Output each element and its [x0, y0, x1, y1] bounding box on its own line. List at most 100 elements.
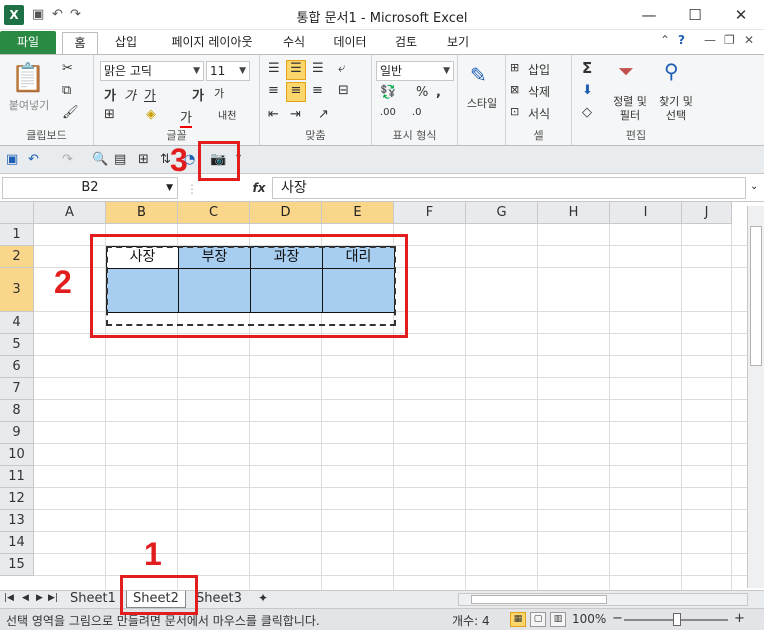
formula-bar-handle-icon[interactable]: ⋮ — [186, 182, 198, 196]
row-header-7[interactable]: 7 — [0, 378, 34, 400]
tab-file[interactable]: 파일 — [0, 31, 56, 54]
number-format-combo[interactable]: 일반 ▼ — [376, 61, 454, 81]
close-button[interactable]: ✕ — [718, 0, 764, 30]
help-icon[interactable]: ? — [678, 33, 685, 47]
column-header-c[interactable]: C — [178, 202, 250, 224]
column-header-h[interactable]: H — [538, 202, 610, 224]
minimize-button[interactable]: — — [626, 0, 672, 30]
sheet-tab-3[interactable]: Sheet3 — [190, 591, 248, 608]
column-header-e[interactable]: E — [322, 202, 394, 224]
align-top-icon[interactable]: ☰ — [268, 61, 280, 76]
row-header-6[interactable]: 6 — [0, 356, 34, 378]
binoculars-icon[interactable]: ⚲ — [664, 59, 679, 83]
styles-button[interactable]: 스타일 — [458, 95, 506, 111]
row-header-2[interactable]: 2 — [0, 246, 34, 268]
styles-icon[interactable]: ✎ — [470, 63, 487, 87]
fill-color-icon[interactable]: ◈ — [146, 107, 156, 122]
border-all-icon[interactable]: ⊞ — [138, 152, 149, 167]
row-header-3[interactable]: 3 — [0, 268, 34, 312]
page-break-view-button[interactable]: ▥ — [550, 612, 566, 627]
cut-icon[interactable]: ✂ — [62, 61, 73, 76]
column-header-j[interactable]: J — [682, 202, 732, 224]
align-right-icon[interactable]: ≡ — [312, 83, 323, 98]
form-icon[interactable]: ▤ — [114, 152, 126, 167]
table-header-cell[interactable]: 과장 — [250, 246, 323, 269]
orientation-icon[interactable]: ↗ — [318, 107, 329, 122]
autosum-button[interactable]: Σ — [582, 59, 592, 77]
column-header-f[interactable]: F — [394, 202, 466, 224]
format-cells-icon[interactable]: ⊡ — [510, 105, 519, 118]
table-body-cell[interactable] — [106, 268, 179, 313]
save-icon[interactable]: ▣ — [6, 152, 18, 167]
tab-view[interactable]: 보기 — [440, 32, 476, 54]
increase-decimal-icon[interactable]: .00 — [380, 107, 396, 118]
sheet-tab-2[interactable]: Sheet2 — [126, 591, 186, 608]
sort-filter-button[interactable]: 정렬 및 필터 — [608, 95, 652, 123]
tab-data[interactable]: 데이터 — [326, 32, 374, 54]
ribbon-collapse-icon[interactable]: ⌃ — [660, 33, 670, 47]
insert-cells-button[interactable]: 삽입 — [528, 61, 550, 78]
insert-cells-icon[interactable]: ⊞ — [510, 61, 519, 74]
row-header-10[interactable]: 10 — [0, 444, 34, 466]
horizontal-scroll-thumb[interactable] — [471, 595, 607, 604]
paste-icon[interactable]: 📋 — [8, 61, 48, 101]
normal-view-button[interactable]: ▦ — [510, 612, 526, 627]
doc-minimize-icon[interactable]: — — [704, 33, 716, 47]
decrease-indent-icon[interactable]: ⇤ — [268, 107, 279, 122]
tab-home[interactable]: 홈 — [62, 32, 98, 56]
name-box[interactable]: B2 ▼ — [2, 177, 178, 199]
first-sheet-icon[interactable]: |◀ — [4, 593, 14, 603]
insert-sheet-icon[interactable]: ✦ — [258, 591, 268, 605]
column-header-g[interactable]: G — [466, 202, 538, 224]
font-name-combo[interactable]: 맑은 고딕 ▼ — [100, 61, 204, 81]
italic-button[interactable]: 가 — [124, 85, 136, 104]
border-icon[interactable]: ⊞ — [104, 107, 115, 122]
tab-insert[interactable]: 삽입 — [106, 32, 146, 54]
sheet-tab-1[interactable]: Sheet1 — [64, 591, 122, 608]
decrease-decimal-icon[interactable]: .0 — [412, 107, 422, 118]
formula-input[interactable]: 사장 — [272, 177, 746, 199]
zoom-in-button[interactable]: + — [734, 611, 745, 626]
prev-sheet-icon[interactable]: ◀ — [22, 593, 29, 603]
row-header-11[interactable]: 11 — [0, 466, 34, 488]
column-header-d[interactable]: D — [250, 202, 322, 224]
phonetic-button[interactable]: 내천 — [218, 107, 236, 122]
row-header-13[interactable]: 13 — [0, 510, 34, 532]
camera-icon[interactable]: 📷 — [210, 152, 226, 167]
next-sheet-icon[interactable]: ▶ — [36, 593, 43, 603]
select-all-corner[interactable] — [0, 202, 34, 224]
format-cells-button[interactable]: 서식 — [528, 105, 550, 122]
zoom-slider-knob[interactable] — [673, 613, 681, 626]
row-header-14[interactable]: 14 — [0, 532, 34, 554]
column-header-b[interactable]: B — [106, 202, 178, 224]
merge-center-icon[interactable]: ⊟ — [338, 83, 349, 98]
table-body-cell[interactable] — [322, 268, 395, 313]
row-header-8[interactable]: 8 — [0, 400, 34, 422]
expand-formula-icon[interactable]: ⌄ — [750, 181, 758, 192]
row-header-5[interactable]: 5 — [0, 334, 34, 356]
horizontal-scrollbar[interactable] — [458, 593, 748, 606]
column-header-i[interactable]: I — [610, 202, 682, 224]
align-middle-icon[interactable]: ☰ — [286, 60, 306, 80]
print-preview-icon[interactable]: 🔍 — [92, 152, 108, 167]
font-size-combo[interactable]: 11 ▼ — [206, 61, 250, 81]
table-header-cell[interactable]: 부장 — [178, 246, 251, 269]
page-layout-view-button[interactable]: ▢ — [530, 612, 546, 627]
doc-restore-icon[interactable]: ❐ — [724, 33, 735, 47]
customize-qat-icon[interactable]: ▾ — [236, 152, 241, 163]
maximize-button[interactable]: ☐ — [672, 0, 718, 30]
grow-font-button[interactable]: 가 — [192, 85, 204, 104]
increase-indent-icon[interactable]: ⇥ — [290, 107, 301, 122]
tab-page-layout[interactable]: 페이지 레이아웃 — [160, 32, 264, 54]
tab-formulas[interactable]: 수식 — [276, 32, 312, 54]
bold-button[interactable]: 가 — [104, 85, 116, 104]
format-painter-icon[interactable]: 🖌 — [62, 105, 79, 120]
vertical-scrollbar[interactable] — [747, 206, 764, 588]
chart-icon[interactable]: ◔ — [184, 152, 195, 167]
undo-icon[interactable]: ↶ — [28, 152, 39, 167]
clear-icon[interactable]: ◇ — [582, 105, 592, 120]
percent-button[interactable]: % — [416, 85, 428, 100]
delete-cells-button[interactable]: 삭제 — [528, 83, 550, 100]
align-center-icon[interactable]: ≡ — [286, 82, 306, 102]
fill-icon[interactable]: ⬇ — [582, 83, 593, 98]
